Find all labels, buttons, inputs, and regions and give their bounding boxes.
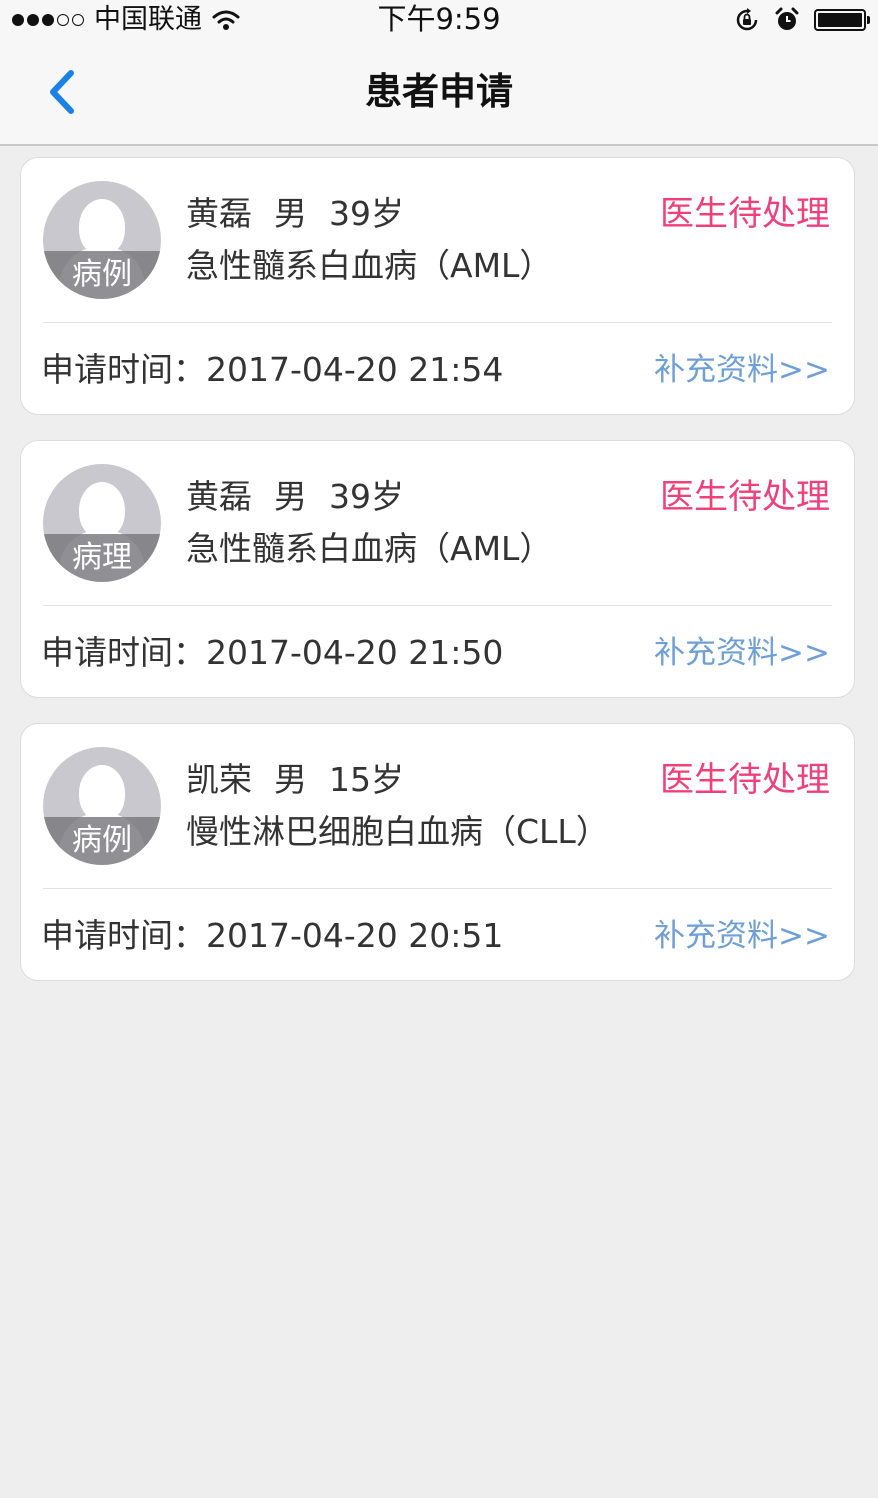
- patient-age: 39岁: [329, 477, 404, 516]
- diagnosis: 急性髓系白血病（AML）: [186, 529, 553, 568]
- status-bar: 中国联通 下午9:59: [0, 0, 878, 40]
- patient-name: 黄磊: [186, 477, 252, 516]
- avatar: 病例: [43, 181, 161, 299]
- application-card[interactable]: 病例 黄磊男 39岁 急性髓系白血病（AML） 医生待处理 申请时间：2017-0…: [20, 157, 855, 415]
- patient-info: 黄磊男 39岁: [186, 475, 404, 519]
- page-title: 患者申请: [365, 70, 513, 113]
- nav-bar: 患者申请: [0, 40, 878, 144]
- supplement-link[interactable]: 补充资料>>: [654, 631, 830, 675]
- patient-age: 15岁: [329, 760, 404, 799]
- application-card[interactable]: 病例 凯荣男 15岁 慢性淋巴细胞白血病（CLL） 医生待处理 申请时间：2017…: [20, 723, 855, 981]
- application-list: 病例 黄磊男 39岁 急性髓系白血病（AML） 医生待处理 申请时间：2017-0…: [20, 157, 855, 1006]
- divider: [43, 888, 832, 889]
- divider: [43, 322, 832, 323]
- patient-name: 黄磊: [186, 194, 252, 233]
- apply-time-label: 申请时间：: [41, 633, 206, 672]
- rotation-lock-icon: [736, 8, 758, 31]
- apply-time: 申请时间：2017-04-20 21:50: [41, 631, 503, 675]
- diagnosis: 慢性淋巴细胞白血病（CLL）: [186, 812, 609, 851]
- avatar: 病理: [43, 464, 161, 582]
- supplement-link[interactable]: 补充资料>>: [654, 348, 830, 392]
- status-right: [734, 2, 870, 38]
- patient-age: 39岁: [329, 194, 404, 233]
- patient-gender: 男: [274, 760, 307, 799]
- battery-icon: [814, 9, 870, 31]
- avatar: 病例: [43, 747, 161, 865]
- patient-gender: 男: [274, 477, 307, 516]
- patient-info: 黄磊男 39岁: [186, 192, 404, 236]
- apply-time-value: 2017-04-20 21:54: [206, 350, 504, 389]
- alarm-icon: [775, 7, 799, 30]
- status-badge: 医生待处理: [660, 194, 830, 234]
- avatar-tag: 病例: [72, 257, 132, 292]
- apply-time: 申请时间：2017-04-20 21:54: [41, 348, 503, 392]
- patient-gender: 男: [274, 194, 307, 233]
- status-badge: 医生待处理: [660, 760, 830, 800]
- patient-name: 凯荣: [186, 760, 252, 799]
- apply-time-label: 申请时间：: [41, 916, 206, 955]
- status-badge: 医生待处理: [660, 477, 830, 517]
- patient-info: 凯荣男 15岁: [186, 758, 404, 802]
- header: 中国联通 下午9:59 患者申请: [0, 0, 878, 146]
- divider: [43, 605, 832, 606]
- supplement-link[interactable]: 补充资料>>: [654, 914, 830, 958]
- apply-time-label: 申请时间：: [41, 350, 206, 389]
- application-card[interactable]: 病理 黄磊男 39岁 急性髓系白血病（AML） 医生待处理 申请时间：2017-0…: [20, 440, 855, 698]
- diagnosis: 急性髓系白血病（AML）: [186, 246, 553, 285]
- apply-time: 申请时间：2017-04-20 20:51: [41, 914, 503, 958]
- apply-time-value: 2017-04-20 20:51: [206, 916, 504, 955]
- avatar-tag: 病例: [72, 823, 132, 858]
- avatar-tag: 病理: [72, 540, 132, 575]
- apply-time-value: 2017-04-20 21:50: [206, 633, 504, 672]
